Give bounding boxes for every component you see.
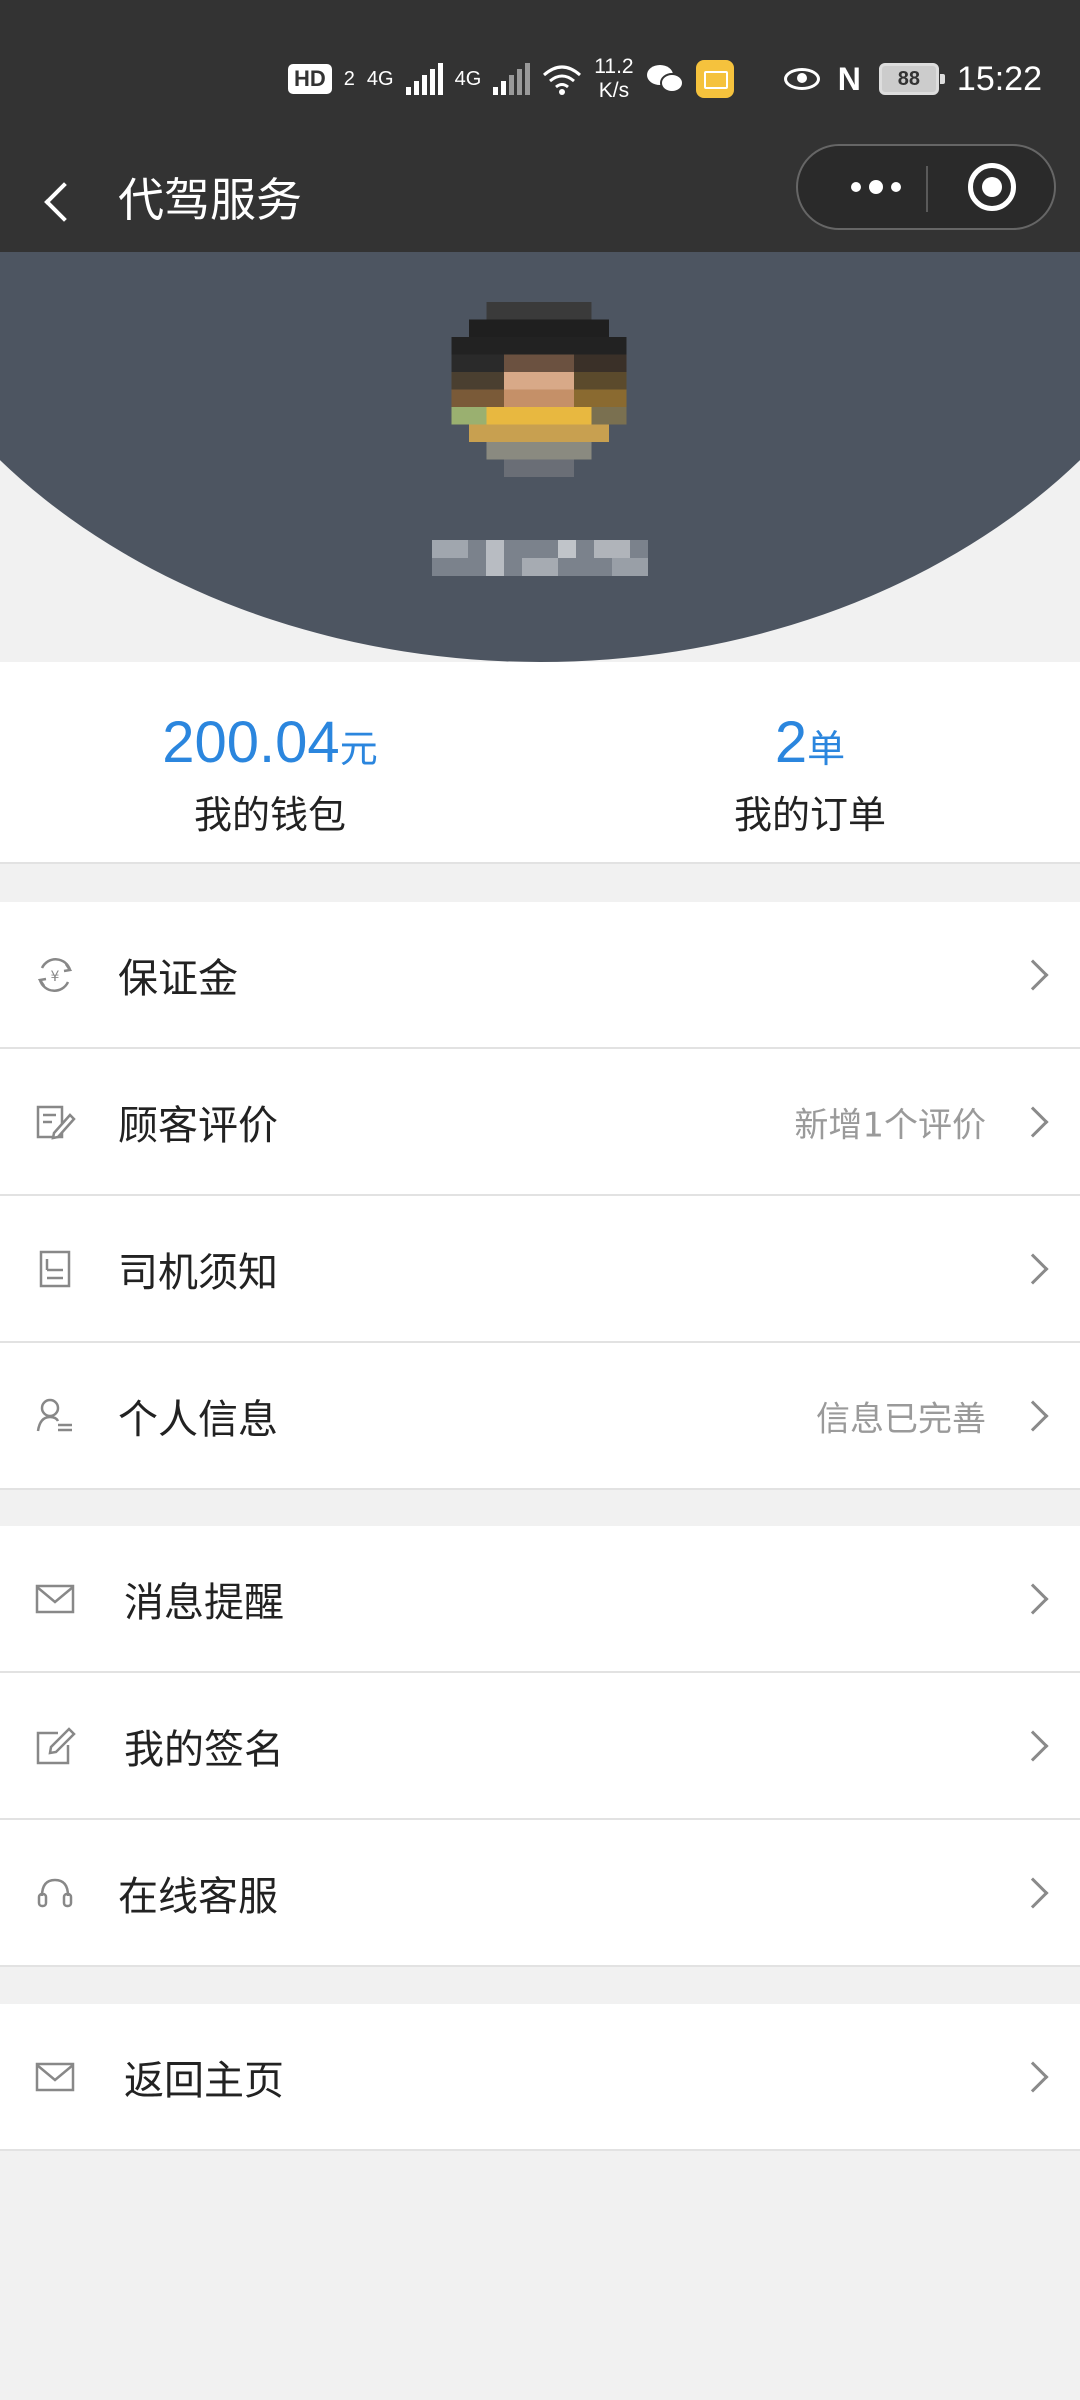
menu-item-label: 消息提醒 [124, 1579, 284, 1626]
menu-group-account: ¥ 保证金 顾客评价 新增1个评价 司机须知 个人信息 信息已完善 [0, 902, 1080, 1490]
network-speed: 11.2 K/s [594, 55, 633, 103]
page-title: 代驾服务 [118, 173, 302, 227]
wallet-stat[interactable]: 200.04元 我的钱包 [70, 708, 470, 839]
eye-icon [783, 68, 820, 90]
menu-item-label: 顾客评价 [118, 1102, 278, 1149]
wechat-icon [646, 65, 684, 93]
menu-item-signature[interactable]: 我的签名 [0, 1673, 1080, 1820]
menu-item-label: 在线客服 [118, 1873, 278, 1920]
menu-item-reviews[interactable]: 顾客评价 新增1个评价 [0, 1049, 1080, 1196]
menu-item-label: 返回主页 [124, 2057, 284, 2104]
orders-unit: 单 [807, 727, 846, 771]
chevron-right-icon [1017, 2060, 1049, 2093]
orders-count: 2 [774, 710, 808, 775]
sim-number: 2 [343, 67, 355, 90]
signature-icon [36, 1726, 76, 1764]
menu-item-personal-info[interactable]: 个人信息 信息已完善 [0, 1343, 1080, 1490]
menu-item-customer-service[interactable]: 在线客服 [0, 1820, 1080, 1967]
deposit-icon: ¥ [37, 957, 73, 992]
wallet-amount: 200.04 [162, 710, 340, 775]
nfc-icon: N [837, 60, 861, 97]
status-bar: HD 2 4G 4G 11.2 K/s N 88 15:22 [0, 0, 1080, 150]
review-icon [36, 1105, 76, 1140]
menu-item-messages[interactable]: 消息提醒 [0, 1526, 1080, 1673]
headset-icon [37, 1878, 73, 1907]
menu-group-service: 消息提醒 我的签名 在线客服 [0, 1526, 1080, 1967]
menu-group-home: 返回主页 [0, 2004, 1080, 2151]
battery-icon: 88 [878, 63, 945, 95]
mail-icon [35, 1584, 75, 1613]
back-button[interactable] [28, 170, 88, 230]
menu-item-return-home[interactable]: 返回主页 [0, 2004, 1080, 2151]
status-left: HD 2 4G 4G 11.2 K/s [288, 54, 734, 104]
menu-item-hint: 新增1个评价 [794, 1105, 986, 1145]
menu-item-label: 我的签名 [124, 1726, 284, 1773]
network-type-2: 4G [454, 67, 482, 90]
chevron-right-icon [1017, 958, 1049, 991]
wallet-unit: 元 [339, 727, 378, 771]
speed-unit: K/s [598, 79, 630, 102]
menu-item-driver-notice[interactable]: 司机须知 [0, 1196, 1080, 1343]
clock: 15:22 [956, 59, 1042, 98]
chevron-right-icon [1017, 1105, 1049, 1138]
orders-label: 我的订单 [733, 793, 886, 837]
hd-badge: HD [288, 64, 332, 94]
network-type-1: 4G [366, 67, 394, 90]
more-button[interactable] [828, 146, 924, 228]
menu-item-deposit[interactable]: ¥ 保证金 [0, 902, 1080, 1049]
menu-item-label: 司机须知 [118, 1249, 278, 1296]
chevron-right-icon [1017, 1729, 1049, 1762]
close-mini-program-button[interactable] [968, 163, 1016, 211]
mini-program-capsule [796, 144, 1056, 230]
avatar[interactable] [433, 302, 645, 512]
stats-bar: 200.04元 我的钱包 2单 我的订单 [0, 662, 1080, 864]
profile-header [0, 252, 1080, 662]
menu-item-label: 个人信息 [118, 1396, 278, 1443]
capsule-divider [926, 166, 928, 212]
orders-stat[interactable]: 2单 我的订单 [610, 708, 1010, 839]
notice-icon [39, 1250, 71, 1287]
wifi-icon [543, 65, 582, 95]
mail-notification-icon [695, 60, 734, 98]
wallet-label: 我的钱包 [193, 793, 346, 837]
signal-icon-2 [493, 63, 531, 95]
menu-item-hint: 信息已完善 [816, 1399, 986, 1439]
menu-item-label: 保证金 [118, 955, 238, 1002]
chevron-right-icon [1017, 1582, 1049, 1615]
username-blurred [432, 540, 648, 576]
mail-icon [35, 2062, 75, 2091]
chevron-right-icon [1017, 1252, 1049, 1285]
signal-icon [405, 63, 443, 95]
chevron-right-icon [1017, 1876, 1049, 1909]
svg-text:¥: ¥ [51, 969, 60, 985]
speed-value: 11.2 [594, 55, 634, 78]
status-right: N 88 15:22 [783, 54, 1042, 104]
profile-icon [36, 1398, 72, 1431]
chevron-right-icon [1017, 1399, 1049, 1432]
